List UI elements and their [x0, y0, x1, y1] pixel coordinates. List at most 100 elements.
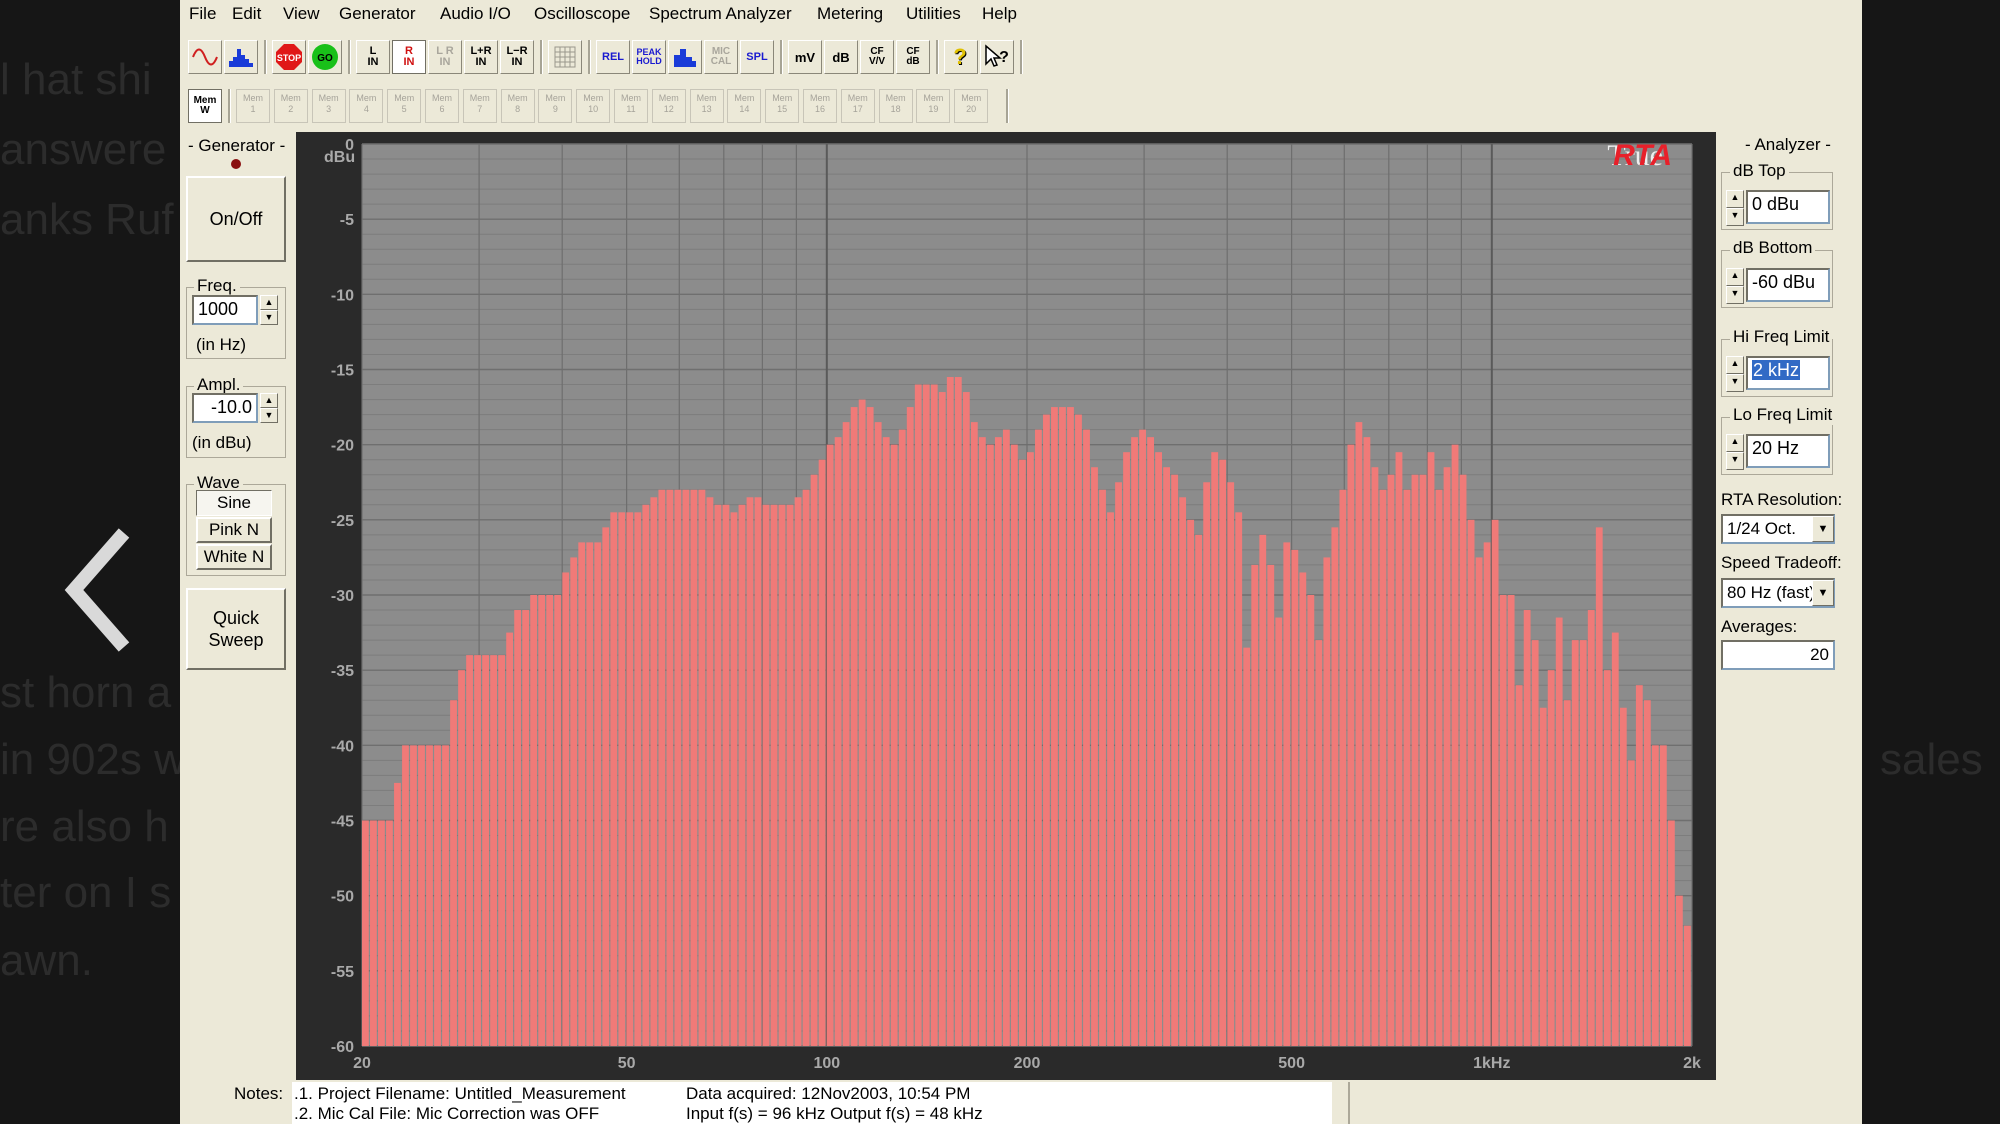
generator-on-off-button[interactable]: On/Off: [186, 176, 286, 262]
millivolt-button[interactable]: mV: [788, 40, 822, 74]
spectrum-bar: [642, 504, 650, 1046]
spectrum-bar: [1611, 632, 1619, 1046]
lo-freq-input[interactable]: 20 Hz: [1746, 434, 1830, 468]
memory-write-button[interactable]: Mem W: [188, 89, 222, 123]
spectrum-bar: [1099, 489, 1106, 1046]
menu-edit[interactable]: Edit: [232, 4, 261, 24]
spectrum-bar: [1283, 542, 1291, 1046]
db-top-spinner[interactable]: ▲ ▼: [1726, 190, 1744, 226]
toolbar-separator: [588, 40, 591, 74]
memory-slot-button[interactable]: Mem 16: [803, 89, 837, 123]
menu-file[interactable]: File: [189, 4, 216, 24]
left-input-button[interactable]: L IN: [356, 40, 390, 74]
db-bottom-spinner[interactable]: ▲ ▼: [1726, 268, 1744, 304]
help-button[interactable]: ??: [944, 40, 978, 74]
spectrum-bar: [674, 489, 682, 1046]
context-help-button[interactable]: ?: [980, 40, 1014, 74]
spectrum-bar: [890, 444, 898, 1047]
memory-slot-button[interactable]: Mem 8: [500, 89, 535, 123]
relative-button[interactable]: REL: [596, 40, 630, 74]
menu-oscilloscope[interactable]: Oscilloscope: [534, 4, 630, 24]
memory-slot-button[interactable]: Mem 10: [576, 89, 611, 123]
spectrum-bar: [1619, 707, 1627, 1046]
menu-spectrum-analyzer[interactable]: Spectrum Analyzer: [649, 4, 792, 24]
memory-slot-button[interactable]: Mem 3: [311, 89, 346, 123]
spectrum-bar: [1347, 444, 1355, 1047]
memory-slot-button[interactable]: Mem 17: [840, 89, 875, 123]
quick-sweep-button[interactable]: Quick Sweep: [186, 588, 286, 670]
peak-hold-button[interactable]: PEAK HOLD: [632, 40, 666, 74]
stop-button[interactable]: STOP: [272, 40, 306, 74]
menu-utilities[interactable]: Utilities: [906, 4, 961, 24]
spectrum-bar: [922, 384, 930, 1046]
freq-spinner[interactable]: ▲ ▼: [260, 295, 278, 325]
go-button[interactable]: GO: [308, 40, 342, 74]
lo-freq-spinner[interactable]: ▲ ▼: [1726, 434, 1744, 470]
memory-slot-button[interactable]: Mem 5: [387, 89, 422, 123]
memory-slot-button[interactable]: Mem 4: [349, 89, 384, 123]
sum-inputs-button[interactable]: L+R IN: [464, 40, 498, 74]
hi-freq-spinner[interactable]: ▲ ▼: [1726, 356, 1744, 392]
decibel-button[interactable]: dB: [824, 40, 858, 74]
memory-slot-button[interactable]: Mem 13: [689, 89, 724, 123]
spectrum-bar: [1483, 542, 1491, 1046]
memory-slot-button[interactable]: Mem 11: [614, 89, 648, 123]
memory-slot-button[interactable]: Mem 15: [765, 89, 800, 123]
crest-factor-vv-button[interactable]: CF V/V: [860, 40, 894, 74]
svg-text:?: ?: [999, 49, 1009, 66]
oscilloscope-mode-button[interactable]: [188, 40, 222, 74]
spectrum-bar: [1555, 617, 1563, 1046]
hi-freq-input[interactable]: 2 kHz: [1746, 356, 1830, 390]
memory-slot-button[interactable]: Mem 2: [273, 89, 308, 123]
freq-input[interactable]: 1000: [192, 295, 258, 325]
wave-sine-button[interactable]: Sine: [196, 490, 272, 516]
db-bottom-input[interactable]: -60 dBu: [1746, 268, 1830, 302]
spectrum-bar: [1195, 534, 1203, 1046]
spectrum-bar: [1123, 452, 1130, 1046]
spectrum-bar: [482, 655, 489, 1046]
memory-slot-button[interactable]: Mem 9: [538, 89, 573, 123]
memory-slot-button[interactable]: Mem 19: [916, 89, 951, 123]
crest-factor-db-button[interactable]: CF dB: [896, 40, 930, 74]
notes-text-area[interactable]: .1. Project Filename: Untitled_Measureme…: [292, 1082, 1332, 1124]
menu-help[interactable]: Help: [982, 4, 1017, 24]
wave-pink-noise-button[interactable]: Pink N: [196, 517, 272, 543]
memory-slot-button[interactable]: Mem 12: [651, 89, 686, 123]
y-tick-label: -15: [331, 363, 354, 380]
spectrum-bar: [1259, 534, 1267, 1046]
right-input-button[interactable]: R IN: [392, 40, 426, 74]
memory-slot-button[interactable]: Mem 18: [878, 89, 913, 123]
y-axis-label: dBu: [324, 149, 355, 166]
ampl-spinner[interactable]: ▲ ▼: [260, 393, 278, 423]
memory-slot-button[interactable]: Mem 6: [425, 89, 459, 123]
speed-tradeoff-dropdown[interactable]: ▼: [1812, 580, 1834, 606]
spl-button[interactable]: SPL: [740, 40, 774, 74]
spectrum-bar: [1355, 422, 1363, 1046]
y-tick-label: -10: [331, 287, 354, 304]
averages-input[interactable]: 20: [1721, 640, 1835, 670]
mic-cal-button[interactable]: MIC CAL: [704, 40, 738, 74]
spectrum-bar: [826, 444, 834, 1047]
memory-slot-button[interactable]: Mem 1: [236, 89, 270, 123]
memory-slot-button[interactable]: Mem 7: [462, 89, 497, 123]
db-top-input[interactable]: 0 dBu: [1746, 190, 1830, 224]
menu-audio-io[interactable]: Audio I/O: [440, 4, 511, 24]
both-inputs-button[interactable]: L R IN: [428, 40, 462, 74]
go-icon: GO: [312, 44, 338, 70]
memory-slot-button[interactable]: Mem 14: [727, 89, 762, 123]
rta-resolution-dropdown[interactable]: ▼: [1812, 516, 1834, 542]
previous-image-arrow[interactable]: [62, 525, 152, 655]
menu-view[interactable]: View: [283, 4, 320, 24]
spectrum-mode-button[interactable]: [224, 40, 258, 74]
difference-inputs-button[interactable]: L−R IN: [500, 40, 534, 74]
menu-generator[interactable]: Generator: [339, 4, 416, 24]
ampl-input[interactable]: -10.0: [192, 393, 258, 423]
x-tick-label: 500: [1278, 1055, 1305, 1072]
wave-white-noise-button[interactable]: White N: [196, 544, 272, 570]
bar-display-button[interactable]: [668, 40, 702, 74]
menu-metering[interactable]: Metering: [817, 4, 883, 24]
spectrum-bar: [1507, 595, 1515, 1046]
grid-button[interactable]: [548, 40, 582, 74]
spectrum-bar: [474, 655, 481, 1046]
memory-slot-button[interactable]: Mem 20: [954, 89, 989, 123]
